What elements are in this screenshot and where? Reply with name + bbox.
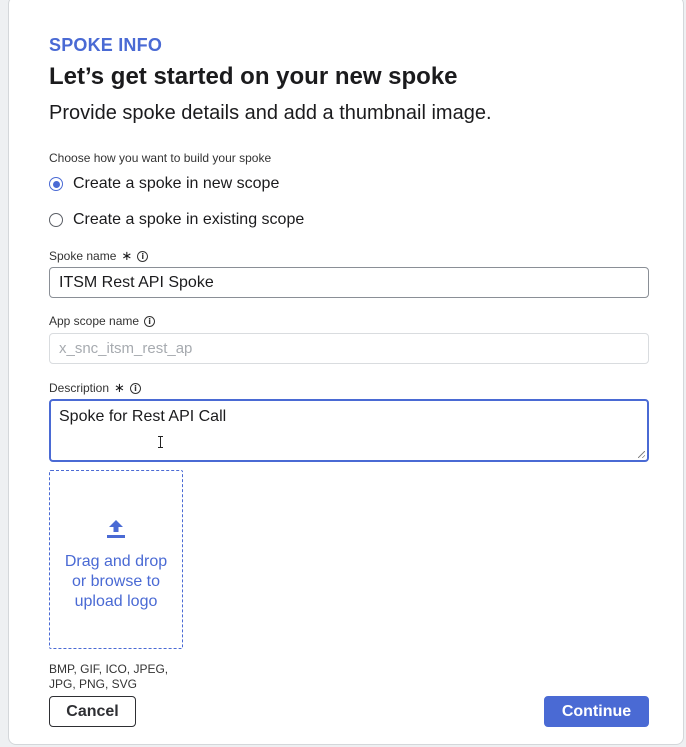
field-label-text: App scope name: [49, 314, 140, 328]
field-label-text: Spoke name: [49, 249, 117, 263]
description-label: Description ∗ i: [49, 380, 141, 396]
radio-button[interactable]: [49, 213, 63, 227]
required-marker: ∗: [121, 248, 133, 263]
upload-icon: [105, 519, 127, 544]
cancel-button[interactable]: Cancel: [49, 696, 136, 727]
radio-existing-scope[interactable]: Create a spoke in existing scope: [49, 211, 304, 229]
spoke-info-dialog: SPOKE INFO Let’s get started on your new…: [8, 0, 684, 745]
spoke-name-input[interactable]: ITSM Rest API Spoke: [49, 267, 649, 298]
continue-button[interactable]: Continue: [544, 696, 649, 727]
required-marker: ∗: [114, 380, 125, 395]
app-scope-name-input[interactable]: x_snc_itsm_rest_ap: [49, 333, 649, 364]
info-icon[interactable]: i: [129, 382, 141, 394]
page-subtitle: Provide spoke details and add a thumbnai…: [49, 102, 492, 124]
logo-upload-dropzone[interactable]: Drag and drop or browse to upload logo: [49, 470, 183, 649]
supported-formats: BMP, GIF, ICO, JPEG, JPG, PNG, SVG: [49, 662, 169, 691]
info-icon[interactable]: i: [144, 315, 156, 327]
app-scope-name-label: App scope name i: [49, 314, 156, 328]
spoke-name-label: Spoke name ∗ i: [49, 248, 149, 264]
radio-label: Create a spoke in new scope: [73, 175, 280, 192]
resize-handle-icon[interactable]: [638, 451, 645, 458]
description-textarea[interactable]: Spoke for Rest API Call: [49, 399, 649, 462]
section-eyebrow: SPOKE INFO: [49, 35, 163, 55]
radio-button-checked[interactable]: [49, 177, 63, 191]
radio-new-scope[interactable]: Create a spoke in new scope: [49, 175, 279, 193]
radio-label: Create a spoke in existing scope: [73, 211, 305, 228]
field-label-text: Description: [49, 381, 110, 395]
info-icon[interactable]: i: [137, 250, 149, 262]
text-cursor-icon: [158, 436, 163, 448]
description-text: Spoke for Rest API Call: [59, 408, 227, 425]
upload-instructions: Drag and drop or browse to upload logo: [64, 553, 168, 610]
page-title: Let’s get started on your new spoke: [49, 63, 458, 90]
build-choice-label: Choose how you want to build your spoke: [49, 151, 272, 165]
